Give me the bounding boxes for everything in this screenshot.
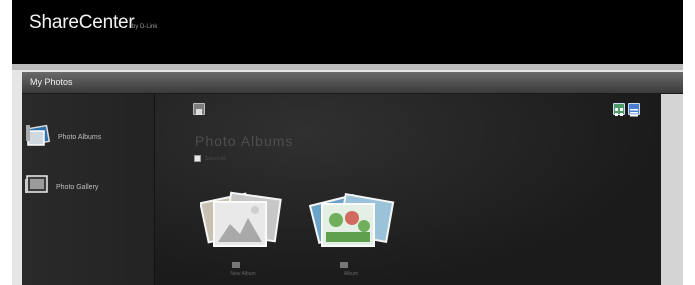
select-all-checkbox[interactable] bbox=[194, 155, 201, 162]
sidebar-item-photo-albums[interactable]: Photo Albums bbox=[24, 121, 101, 154]
page-title: Photo Albums bbox=[195, 133, 294, 149]
brand-sub: by D-Link bbox=[132, 24, 158, 30]
album-card[interactable] bbox=[199, 188, 290, 263]
select-all-label: Select All bbox=[205, 156, 226, 162]
photo-gallery-icon bbox=[24, 173, 52, 202]
sidebar-item-label: Photo Gallery bbox=[56, 184, 99, 191]
list-view-icon bbox=[630, 109, 638, 117]
window-titlebar: My Photos bbox=[22, 72, 683, 94]
album-name: New Album bbox=[230, 271, 256, 277]
album-card[interactable] bbox=[308, 188, 398, 263]
back-button[interactable] bbox=[193, 103, 205, 115]
album-thumbnail-icon bbox=[199, 191, 282, 247]
top-header: ShareCenter by D-Link bbox=[12, 0, 683, 64]
album-label-icon bbox=[340, 262, 348, 268]
photo-albums-icon bbox=[24, 121, 54, 154]
album-thumbnail-icon bbox=[308, 192, 395, 247]
grid-view-icon bbox=[615, 108, 623, 116]
back-icon bbox=[196, 109, 202, 115]
album-name: Album bbox=[343, 271, 359, 277]
brand-logo: ShareCenter bbox=[29, 12, 135, 33]
sidebar-item-label: Photo Albums bbox=[58, 134, 102, 141]
album-label-icon bbox=[232, 262, 240, 268]
right-scroll-area bbox=[661, 94, 683, 285]
window-title: My Photos bbox=[30, 77, 73, 87]
grid-view-button[interactable] bbox=[613, 103, 625, 116]
list-view-button[interactable] bbox=[628, 103, 640, 117]
sidebar-item-photo-gallery[interactable]: Photo Gallery bbox=[24, 173, 98, 202]
